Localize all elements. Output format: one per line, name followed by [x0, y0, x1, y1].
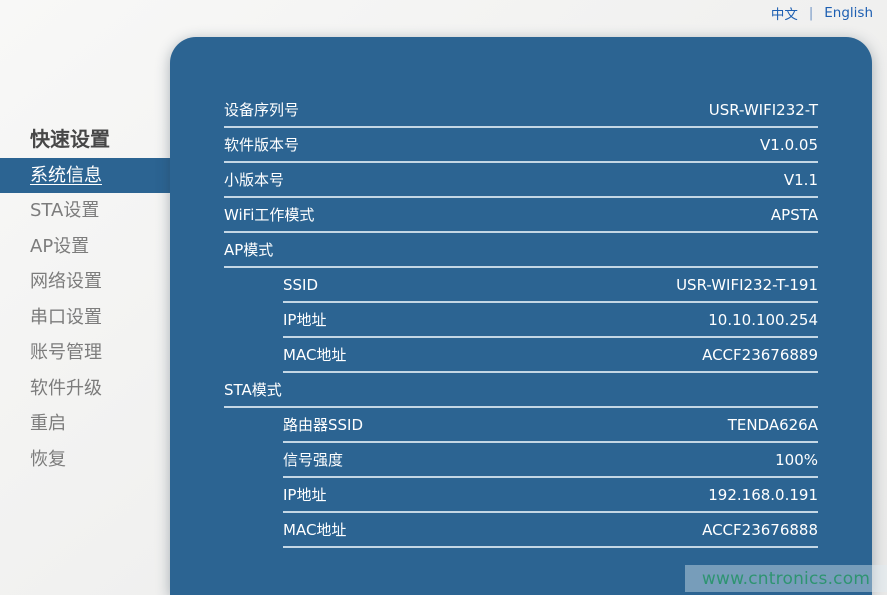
table-row-minor-version: 小版本号 V1.1: [224, 163, 818, 198]
row-value: USR-WIFI232-T-191: [676, 276, 818, 294]
row-label: 小版本号: [224, 169, 284, 190]
table-row-device-serial: 设备序列号 USR-WIFI232-T: [224, 93, 818, 128]
table-row-ap-mac: MAC地址 ACCF23676889: [283, 338, 818, 373]
row-value: USR-WIFI232-T: [709, 101, 818, 119]
sidebar-item-system-info[interactable]: 系统信息: [0, 158, 170, 194]
section-label: STA模式: [224, 379, 282, 400]
sidebar-item-restart[interactable]: 重启: [0, 406, 170, 442]
row-label: IP地址: [283, 309, 326, 330]
row-label: SSID: [283, 276, 318, 294]
table-row-ap-ssid: SSID USR-WIFI232-T-191: [283, 268, 818, 303]
row-value: 100%: [775, 451, 818, 469]
row-label: 设备序列号: [224, 99, 299, 120]
lang-english-link[interactable]: English: [824, 5, 873, 21]
table-row-signal-strength: 信号强度 100%: [283, 443, 818, 478]
row-value: V1.1: [784, 171, 818, 189]
row-value: 10.10.100.254: [708, 311, 818, 329]
sidebar-item-ap-settings[interactable]: AP设置: [0, 229, 170, 265]
row-value: ACCF23676889: [702, 346, 818, 364]
row-value: APSTA: [771, 206, 818, 224]
table-row-sta-ip: IP地址 192.168.0.191: [283, 478, 818, 513]
row-label: 软件版本号: [224, 134, 299, 155]
table-row-wifi-mode: WiFi工作模式 APSTA: [224, 198, 818, 233]
row-label: IP地址: [283, 484, 326, 505]
sidebar-item-restore[interactable]: 恢复: [0, 442, 170, 478]
page: { "language_bar": { "chinese": "中文", "di…: [0, 0, 887, 595]
row-value: V1.0.05: [760, 136, 818, 154]
sidebar-item-firmware-upgrade[interactable]: 软件升级: [0, 371, 170, 407]
system-info-panel: 设备序列号 USR-WIFI232-T 软件版本号 V1.0.05 小版本号 V…: [170, 37, 872, 595]
section-label: AP模式: [224, 239, 273, 260]
lang-divider: |: [809, 6, 813, 21]
row-label: WiFi工作模式: [224, 204, 314, 225]
section-header-ap-mode: AP模式: [224, 233, 818, 268]
row-label: MAC地址: [283, 344, 346, 365]
section-header-sta-mode: STA模式: [224, 373, 818, 408]
sidebar: 快速设置 系统信息 STA设置 AP设置 网络设置 串口设置 账号管理 软件升级…: [0, 122, 170, 477]
table-row-ap-ip: IP地址 10.10.100.254: [283, 303, 818, 338]
table-row-router-ssid: 路由器SSID TENDA626A: [283, 408, 818, 443]
row-label: 路由器SSID: [283, 414, 363, 435]
row-label: MAC地址: [283, 519, 346, 540]
system-info-table: 设备序列号 USR-WIFI232-T 软件版本号 V1.0.05 小版本号 V…: [170, 37, 872, 548]
sidebar-item-sta-settings[interactable]: STA设置: [0, 193, 170, 229]
row-value: TENDA626A: [728, 416, 818, 434]
row-value: ACCF23676888: [702, 521, 818, 539]
watermark: www.cntronics.com: [685, 565, 887, 592]
sidebar-item-serial-settings[interactable]: 串口设置: [0, 300, 170, 336]
row-value: 192.168.0.191: [708, 486, 818, 504]
table-row-sta-mac: MAC地址 ACCF23676888: [283, 513, 818, 548]
row-label: 信号强度: [283, 449, 343, 470]
table-row-software-version: 软件版本号 V1.0.05: [224, 128, 818, 163]
language-switcher: 中文 | English: [771, 0, 873, 26]
sidebar-item-account-management[interactable]: 账号管理: [0, 335, 170, 371]
sidebar-item-network-settings[interactable]: 网络设置: [0, 264, 170, 300]
lang-chinese-link[interactable]: 中文: [771, 3, 798, 23]
sidebar-item-quick-setup[interactable]: 快速设置: [0, 122, 170, 158]
